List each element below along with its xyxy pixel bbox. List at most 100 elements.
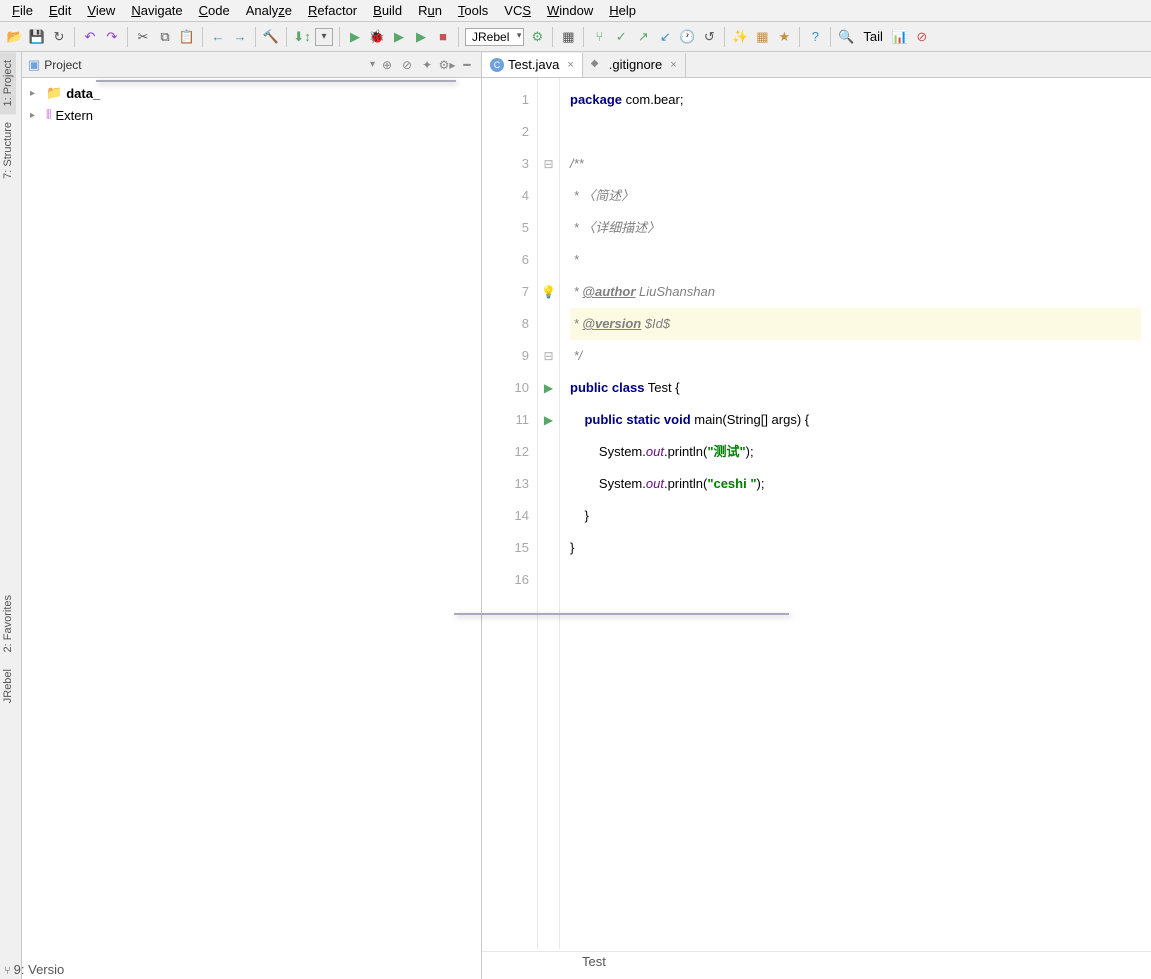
save-icon[interactable]: 💾	[28, 28, 46, 46]
tab-project[interactable]: 1: Project	[0, 52, 16, 114]
separator	[202, 27, 203, 47]
left-gutter: 1: Project 7: Structure 2: Favorites JRe…	[0, 52, 22, 979]
search-icon[interactable]: 🔍	[837, 28, 855, 46]
run-config-select[interactable]: JRebel	[465, 28, 524, 46]
tree-root[interactable]: ▸ 📁 data_	[24, 82, 479, 104]
separator	[339, 27, 340, 47]
keyword: package	[570, 92, 622, 107]
tab-test-java[interactable]: C Test.java ×	[482, 53, 583, 77]
doc-comment: LiuShanshan	[635, 284, 715, 299]
target-icon[interactable]: ⊘	[399, 57, 415, 73]
dropdown-icon[interactable]: ▾	[315, 28, 333, 46]
menu-refactor[interactable]: Refactor	[300, 1, 365, 20]
chevron-right-icon[interactable]: ▸	[30, 110, 42, 121]
paste-icon[interactable]: 📋	[178, 28, 196, 46]
menu-window[interactable]: Window	[539, 1, 601, 20]
forward-icon[interactable]: →	[231, 28, 249, 46]
restart-icon[interactable]: ⊘	[913, 28, 931, 46]
bookmark-icon[interactable]: ★	[775, 28, 793, 46]
vcs-update-icon[interactable]: ⬇↕	[293, 28, 311, 46]
push-icon[interactable]: ↗	[634, 28, 652, 46]
menu-edit[interactable]: Edit	[41, 1, 79, 20]
tree-label: Extern	[55, 108, 93, 123]
doc-comment: *	[570, 316, 582, 331]
close-icon[interactable]: ×	[666, 59, 676, 71]
menu-tools[interactable]: Tools	[450, 1, 496, 20]
run-icon[interactable]: ▶	[346, 28, 364, 46]
tree-external[interactable]: ▸ ⫴ Extern	[24, 104, 479, 126]
copy-icon[interactable]: ⧉	[156, 28, 174, 46]
project-tool-window: ▣ Project ▾ ⊕ ⊘ ✦ ⚙▸ ━ ▸ 📁 data_ ▸ ⫴ Ext…	[22, 52, 482, 979]
grid-icon[interactable]: ▦	[753, 28, 771, 46]
code-text	[570, 412, 584, 427]
build-icon[interactable]: 🔨	[262, 28, 280, 46]
tab-favorites[interactable]: 2: Favorites	[0, 587, 16, 660]
line-number-gutter: 1234 5678 9101112 13141516	[482, 78, 538, 949]
tab-structure[interactable]: 7: Structure	[0, 114, 16, 187]
code-text: .println(	[664, 476, 707, 491]
open-icon[interactable]: 📂	[6, 28, 24, 46]
bottom-tool-version[interactable]: ⑂ 9: Versio	[4, 962, 64, 977]
chart-icon[interactable]: 📊	[891, 28, 909, 46]
java-class-icon: C	[490, 58, 504, 72]
tab-jrebel[interactable]: JRebel	[0, 661, 16, 711]
undo-icon[interactable]: ↶	[81, 28, 99, 46]
refresh-icon[interactable]: ↻	[50, 28, 68, 46]
code-text	[570, 444, 599, 459]
history-icon[interactable]: 🕐	[678, 28, 696, 46]
field-ref: out	[646, 444, 664, 459]
structure-icon[interactable]: ▦	[559, 28, 577, 46]
menu-analyze[interactable]: Analyze	[238, 1, 300, 20]
tab-label: Test.java	[508, 57, 559, 72]
view-dropdown-icon[interactable]: ▾	[370, 59, 375, 70]
code-text: main(String[] args) {	[691, 412, 810, 427]
jrebel-icon[interactable]: ⚙	[528, 28, 546, 46]
run-gutter-icon[interactable]: ▶	[538, 404, 559, 436]
tree-label: data_	[66, 86, 100, 101]
close-icon[interactable]: ×	[563, 59, 573, 71]
revert-icon[interactable]: ↺	[700, 28, 718, 46]
separator	[74, 27, 75, 47]
menu-navigate[interactable]: Navigate	[123, 1, 190, 20]
cut-icon[interactable]: ✂	[134, 28, 152, 46]
breadcrumb[interactable]: Test	[482, 951, 1151, 971]
doc-comment: * 〈详细描述〉	[570, 220, 660, 235]
doc-comment: */	[570, 348, 582, 363]
redo-icon[interactable]: ↷	[103, 28, 121, 46]
commit-icon[interactable]: ✓	[612, 28, 630, 46]
menu-build[interactable]: Build	[365, 1, 410, 20]
menu-file[interactable]: File	[4, 1, 41, 20]
breadcrumb-item[interactable]: Test	[582, 954, 606, 969]
debug-icon[interactable]: 🐞	[368, 28, 386, 46]
branch-icon[interactable]: ⑂	[590, 28, 608, 46]
settings-icon[interactable]: ✦	[419, 57, 435, 73]
profile-icon[interactable]: ▶	[412, 28, 430, 46]
coverage-icon[interactable]: ▶	[390, 28, 408, 46]
project-context-menu	[96, 80, 456, 82]
menu-run[interactable]: Run	[410, 1, 450, 20]
separator	[799, 27, 800, 47]
pull-icon[interactable]: ↙	[656, 28, 674, 46]
gutter-icons: ⊟ 💡 ⊟▶ ▶	[538, 78, 560, 949]
collapse-icon[interactable]: ⊕	[379, 57, 395, 73]
menu-code[interactable]: Code	[191, 1, 238, 20]
tab-gitignore[interactable]: ◆ .gitignore ×	[583, 53, 686, 77]
menu-view[interactable]: View	[79, 1, 123, 20]
tail-label[interactable]: Tail	[859, 29, 887, 44]
code-area[interactable]: package com.bear; /** * 〈简述〉 * 〈详细描述〉 * …	[560, 78, 1151, 949]
separator	[830, 27, 831, 47]
stop-icon[interactable]: ■	[434, 28, 452, 46]
menu-vcs[interactable]: VCS	[496, 1, 539, 20]
project-tree[interactable]: ▸ 📁 data_ ▸ ⫴ Extern	[22, 78, 481, 130]
doc-comment: *	[570, 252, 579, 267]
run-gutter-icon[interactable]: ▶	[538, 372, 559, 404]
magic-icon[interactable]: ✨	[731, 28, 749, 46]
chevron-right-icon[interactable]: ▸	[30, 88, 42, 99]
menu-help[interactable]: Help	[601, 1, 644, 20]
hide-icon[interactable]: ━	[459, 57, 475, 73]
help-icon[interactable]: ?	[806, 28, 824, 46]
project-title[interactable]: Project	[44, 58, 364, 72]
back-icon[interactable]: ←	[209, 28, 227, 46]
gear-icon[interactable]: ⚙▸	[439, 57, 455, 73]
doc-comment: * 〈简述〉	[570, 188, 634, 203]
